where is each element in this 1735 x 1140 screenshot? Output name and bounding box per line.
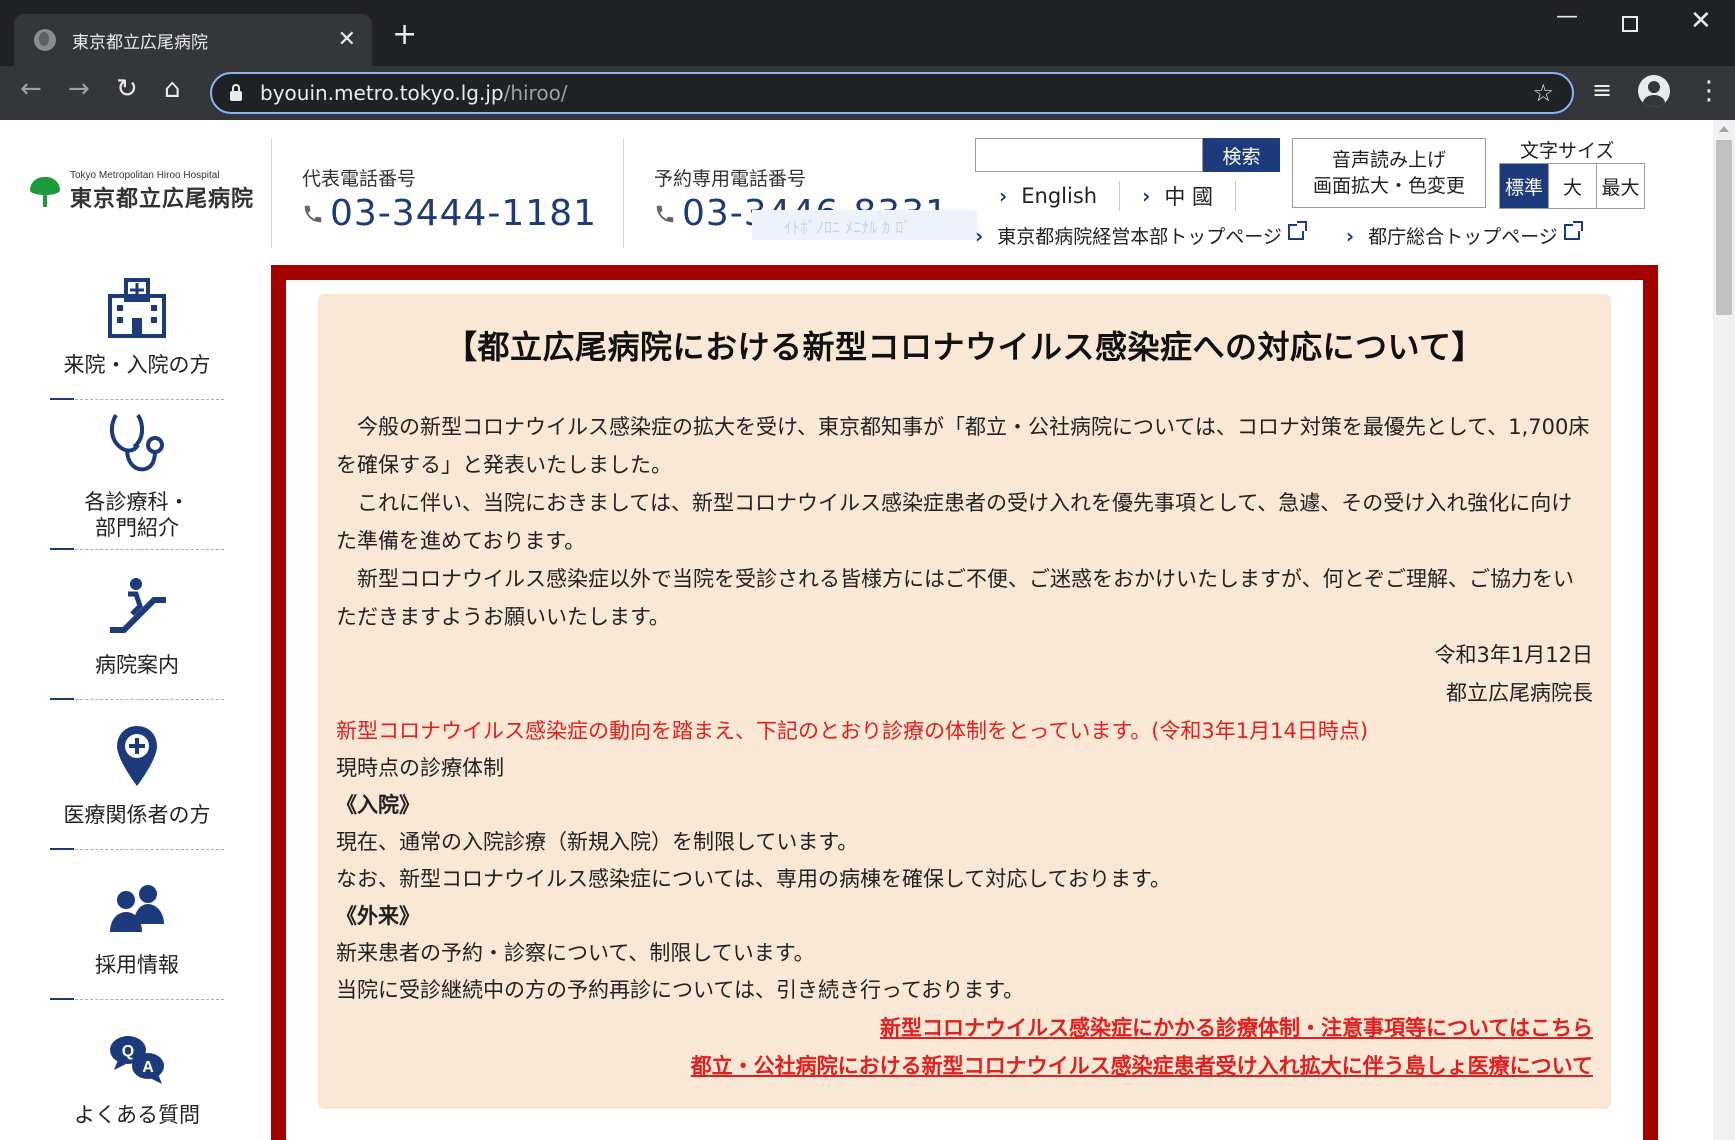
web-page: Tokyo Metropolitan Hiroo Hospital 東京都立広尾…: [0, 120, 1735, 1140]
left-navigation: 来院・入院の方 各診療科・ 部門紹介 病院案内 医療関係者の方 採用情報 Q A…: [50, 250, 224, 1140]
browser-toolbar: ← → ↻ ⌂ byouin.metro.tokyo.lg.jp /hiroo/…: [0, 66, 1735, 120]
phone-icon: [304, 205, 322, 222]
outpatient-line: 新来患者の予約・診察について、制限しています。: [336, 941, 815, 965]
back-arrow-icon[interactable]: ←: [20, 76, 42, 102]
profile-avatar-icon[interactable]: [1638, 75, 1670, 107]
globe-icon: [34, 29, 56, 51]
minimize-icon[interactable]: —: [1556, 6, 1578, 28]
nav-item-recruitment[interactable]: 採用情報: [50, 850, 224, 1000]
notice-paragraph: 今般の新型コロナウイルス感染症の拡大を受け、東京都知事が「都立・公社病院について…: [336, 415, 1590, 477]
header-divider: [271, 138, 272, 248]
notice-paragraph: 新型コロナウイルス感染症以外で当院を受診される皆様方にはご不便、ご迷惑をおかけい…: [336, 567, 1574, 629]
island-medical-link[interactable]: 都立・公社病院における新型コロナウイルス感染症患者受け入れ拡大に伴う島しょ医療に…: [336, 1047, 1593, 1085]
media-control-icon[interactable]: ≡: [1592, 78, 1612, 102]
kebab-menu-icon[interactable]: ⋮: [1696, 78, 1722, 104]
hospital-building-icon: [108, 277, 166, 338]
bureau-top-link[interactable]: › 東京都病院経営本部トップページ: [975, 220, 1307, 249]
nav-item-guide[interactable]: 病院案内: [50, 550, 224, 700]
home-icon[interactable]: ⌂: [164, 76, 181, 102]
chinese-link[interactable]: › 中 國: [1119, 181, 1237, 211]
chevron-right-icon: ›: [1142, 184, 1151, 208]
svg-text:A: A: [142, 1059, 154, 1076]
font-size-large[interactable]: 大: [1548, 164, 1596, 208]
inpatient-heading: 《入院》: [336, 793, 420, 817]
chevron-right-icon: ›: [975, 223, 984, 248]
chevron-right-icon: ›: [999, 184, 1008, 208]
nav-item-faq[interactable]: Q A よくある質問: [50, 1000, 224, 1140]
tab-title: 東京都立広尾病院: [72, 32, 208, 53]
notice-title: 【都立広尾病院における新型コロナウイルス感染症への対応について】: [444, 328, 1485, 366]
scroll-up-arrow-icon[interactable]: [1719, 126, 1729, 132]
inpatient-line: なお、新型コロナウイルス感染症については、専用の病棟を確保して対応しております。: [336, 867, 1171, 891]
people-icon: [110, 884, 164, 932]
forward-arrow-icon[interactable]: →: [68, 76, 90, 102]
notice-signer: 都立広尾病院長: [1446, 681, 1593, 705]
stethoscope-icon: [109, 413, 164, 471]
language-links: › English › 中 國: [975, 180, 1237, 212]
outpatient-heading: 《外来》: [336, 904, 420, 928]
font-size-max[interactable]: 最大: [1596, 164, 1644, 208]
qa-speech-bubble-icon: Q A: [110, 1035, 164, 1084]
english-link[interactable]: › English: [975, 181, 1119, 211]
reserve-phone-label: 予約専用電話番号: [654, 168, 807, 190]
notice-date: 令和3年1月12日: [1434, 643, 1593, 667]
phone-icon: [656, 205, 674, 222]
nav-item-medical-professionals[interactable]: 医療関係者の方: [50, 700, 224, 850]
bookmark-star-icon[interactable]: ☆: [1532, 79, 1554, 107]
leaf-logo-icon: [30, 176, 60, 207]
font-size-standard[interactable]: 標準: [1500, 164, 1548, 208]
main-phone-label: 代表電話番号: [302, 168, 417, 190]
notice-inner: 【都立広尾病院における新型コロナウイルス感染症への対応について】 今般の新型コロ…: [286, 280, 1643, 1140]
svg-text:Q: Q: [122, 1043, 134, 1060]
current-system-heading: 現時点の診療体制: [336, 756, 504, 780]
nav-item-visitors[interactable]: 来院・入院の方: [50, 250, 224, 400]
covid-notice-frame: 【都立広尾病院における新型コロナウイルス感染症への対応について】 今般の新型コロ…: [271, 265, 1658, 1140]
logo-japanese: 東京都立広尾病院: [70, 187, 255, 212]
font-size-selector: 標準 大 最大: [1499, 163, 1645, 209]
hospital-logo[interactable]: Tokyo Metropolitan Hiroo Hospital 東京都立広尾…: [30, 170, 254, 213]
new-tab-button[interactable]: +: [392, 20, 417, 50]
address-bar[interactable]: byouin.metro.tokyo.lg.jp /hiroo/ ☆: [210, 72, 1574, 114]
maximize-icon[interactable]: [1622, 16, 1638, 32]
page-scrollbar[interactable]: [1713, 120, 1735, 1140]
external-link-icon: [1563, 220, 1583, 240]
search-input[interactable]: [975, 138, 1203, 172]
notice-box: 【都立広尾病院における新型コロナウイルス感染症への対応について】 今般の新型コロ…: [318, 294, 1611, 1109]
browser-tab-strip: 東京都立広尾病院 ✕ + — ✕: [0, 0, 1735, 66]
scroll-thumb[interactable]: [1716, 140, 1732, 315]
inpatient-line: 現在、通常の入院診療（新規入院）を制限しています。: [336, 830, 859, 854]
font-size-label: 文字サイズ: [1520, 140, 1615, 162]
close-icon[interactable]: ✕: [338, 29, 356, 51]
main-phone-number[interactable]: 03-3444-1181: [330, 193, 597, 234]
escalator-person-icon: [110, 577, 166, 633]
outpatient-line: 当院に受診継続中の方の予約再診については、引き続き行っております。: [336, 978, 1025, 1002]
background-ghost-banner: ｲﾄﾎﾞﾉﾛﾆ ﾒﾆﾅﾙ ｶ ﾛﾞ: [752, 210, 977, 240]
notice-red-alert: 新型コロナウイルス感染症の動向を踏まえ、下記のとおり診療の体制をとっています。(…: [336, 719, 1369, 743]
chevron-right-icon: ›: [1345, 223, 1355, 248]
location-pin-plus-icon: [117, 725, 157, 786]
covid-care-system-link[interactable]: 新型コロナウイルス感染症にかかる診療体制・注意事項等についてはこちら: [336, 1009, 1593, 1047]
url-host: byouin.metro.tokyo.lg.jp: [260, 81, 504, 105]
browser-tab[interactable]: 東京都立広尾病院 ✕: [14, 14, 372, 66]
external-links: › 東京都病院経営本部トップページ › 都庁総合トップページ: [975, 220, 1622, 249]
voice-zoom-color-button[interactable]: 音声読み上げ 画面拡大・色変更: [1292, 138, 1486, 208]
notice-paragraph: これに伴い、当院におきましては、新型コロナウイルス感染症患者の受け入れを優先事項…: [336, 491, 1573, 553]
search-button[interactable]: 検索: [1203, 138, 1280, 172]
lock-icon: [230, 84, 242, 101]
reload-icon[interactable]: ↻: [116, 76, 138, 102]
nav-item-departments[interactable]: 各診療科・ 部門紹介: [50, 400, 224, 550]
external-link-icon: [1287, 220, 1307, 240]
url-path: /hiroo/: [503, 81, 568, 105]
header-divider: [623, 138, 624, 248]
metro-top-link[interactable]: › 都庁総合トップページ: [1345, 220, 1583, 249]
logo-english: Tokyo Metropolitan Hiroo Hospital: [70, 170, 220, 181]
main-phone: 代表電話番号 03-3444-1181: [302, 164, 597, 234]
window-close-icon[interactable]: ✕: [1690, 8, 1712, 34]
